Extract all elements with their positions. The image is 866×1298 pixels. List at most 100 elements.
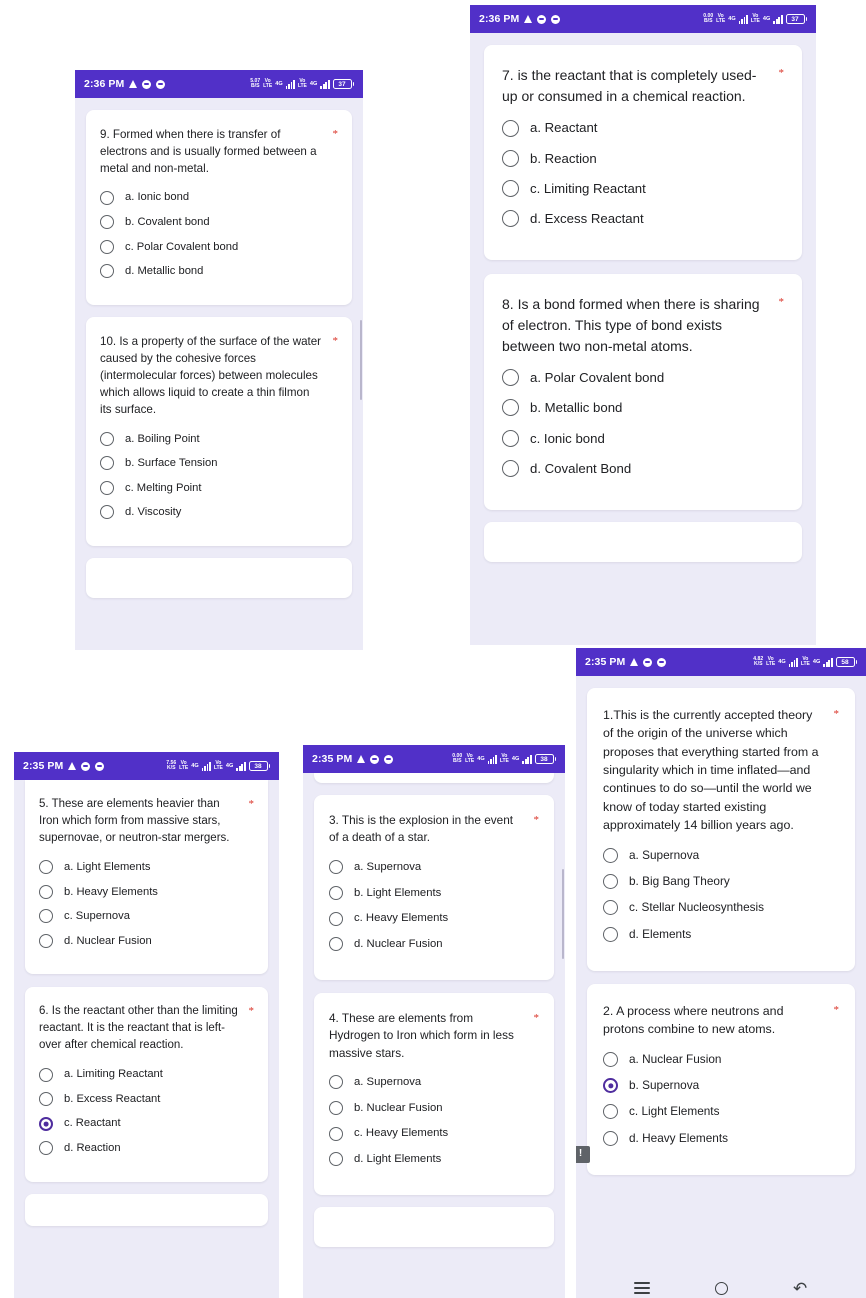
option-row[interactable]: c. Reactant — [39, 1116, 254, 1131]
option-row[interactable]: a. Light Elements — [39, 860, 254, 875]
option-label: c. Light Elements — [629, 1104, 720, 1119]
form-scroll-area[interactable]: 1.This is the currently accepted theory … — [576, 688, 866, 1266]
radio-button[interactable] — [100, 456, 114, 471]
option-row[interactable]: b. Metallic bond — [502, 399, 784, 417]
option-row[interactable]: b. Light Elements — [329, 885, 539, 901]
radio-button[interactable] — [502, 209, 519, 227]
option-label: a. Boiling Point — [125, 432, 200, 445]
option-row[interactable]: c. Polar Covalent bond — [100, 239, 338, 255]
option-row[interactable]: b. Surface Tension — [100, 456, 338, 471]
back-arrow-icon[interactable]: ↷ — [793, 1279, 807, 1298]
option-row[interactable]: d. Excess Reactant — [502, 209, 784, 227]
radio-button[interactable] — [502, 369, 519, 387]
option-row[interactable]: b. Heavy Elements — [39, 884, 254, 900]
radio-button[interactable] — [100, 239, 114, 254]
radio-button[interactable] — [39, 1067, 53, 1082]
option-row[interactable]: d. Viscosity — [100, 505, 338, 520]
radio-button[interactable] — [329, 860, 343, 875]
form-scroll-area[interactable]: 7. is the reactant that is completely us… — [470, 45, 816, 645]
option-row[interactable]: b. Covalent bond — [100, 215, 338, 230]
radio-button[interactable] — [100, 505, 114, 520]
radio-button[interactable] — [603, 1051, 618, 1067]
form-scroll-area[interactable]: 3. This is the explosion in the event of… — [303, 773, 565, 1298]
radio-button[interactable] — [502, 179, 519, 197]
option-row[interactable]: a. Polar Covalent bond — [502, 369, 784, 387]
radio-button[interactable] — [329, 885, 343, 900]
option-row[interactable]: a. Boiling Point — [100, 431, 338, 447]
radio-button[interactable] — [603, 1104, 618, 1120]
radio-button[interactable] — [39, 1092, 53, 1107]
radio-button[interactable] — [100, 190, 114, 205]
option-row[interactable]: c. Stellar Nucleosynthesis — [603, 900, 839, 916]
option-row[interactable]: c. Heavy Elements — [329, 1126, 539, 1141]
status-bar-right: 4.82 K/S Vo LTE 4G Vo LTE 4G 58 — [753, 656, 857, 668]
radio-button[interactable] — [100, 480, 114, 495]
radio-button[interactable] — [603, 847, 618, 863]
option-row[interactable]: c. Ionic bond — [502, 429, 784, 447]
radio-button[interactable] — [329, 1075, 343, 1090]
radio-button[interactable] — [329, 937, 343, 952]
form-scroll-area[interactable]: 5. These are elements heavier than Iron … — [14, 780, 279, 1298]
text-selection-handle-icon[interactable]: ! — [576, 1145, 590, 1163]
battery-icon: 37 — [785, 14, 807, 24]
option-row[interactable]: a. Limiting Reactant — [39, 1067, 254, 1082]
radio-button[interactable] — [39, 934, 53, 949]
radio-button[interactable] — [329, 1126, 343, 1141]
data-speed-unit: B/S — [703, 18, 713, 24]
radio-button[interactable] — [603, 874, 618, 889]
scrollbar-thumb[interactable] — [359, 320, 362, 400]
recents-icon[interactable] — [634, 1282, 651, 1294]
radio-button[interactable] — [603, 1130, 618, 1146]
option-row[interactable]: b. Supernova — [603, 1078, 839, 1094]
radio-button[interactable] — [603, 926, 618, 942]
option-row[interactable]: d. Reaction — [39, 1141, 254, 1156]
option-row[interactable]: c. Supernova — [39, 909, 254, 924]
option-label: c. Ionic bond — [530, 430, 605, 446]
option-row[interactable]: c. Light Elements — [603, 1104, 839, 1120]
option-row[interactable]: d. Metallic bond — [100, 264, 338, 279]
option-row[interactable]: b. Excess Reactant — [39, 1092, 254, 1107]
option-row[interactable]: a. Reactant — [502, 119, 784, 137]
option-row[interactable]: d. Nuclear Fusion — [39, 934, 254, 949]
option-row[interactable]: b. Big Bang Theory — [603, 874, 839, 889]
radio-button[interactable] — [329, 911, 343, 926]
option-row[interactable]: a. Supernova — [603, 848, 839, 863]
radio-button[interactable] — [39, 909, 53, 924]
radio-button[interactable] — [502, 459, 519, 477]
radio-button[interactable] — [39, 860, 53, 875]
option-row[interactable]: b. Nuclear Fusion — [329, 1100, 539, 1116]
scrollbar-thumb[interactable] — [561, 869, 564, 959]
radio-button[interactable] — [39, 1141, 53, 1156]
radio-button-selected[interactable] — [39, 1116, 53, 1131]
option-row[interactable]: a. Ionic bond — [100, 190, 338, 205]
radio-button[interactable] — [502, 149, 519, 167]
option-row[interactable]: c. Limiting Reactant — [502, 179, 784, 197]
home-circle-icon[interactable] — [715, 1281, 729, 1295]
radio-button[interactable] — [100, 215, 114, 230]
option-row[interactable]: a. Supernova — [329, 860, 539, 875]
option-row[interactable]: b. Reaction — [502, 149, 784, 167]
radio-button[interactable] — [100, 264, 114, 279]
question-card: 4. These are elements from Hydrogen to I… — [314, 992, 554, 1195]
radio-button[interactable] — [502, 399, 519, 417]
option-row[interactable]: d. Light Elements — [329, 1152, 539, 1167]
option-row[interactable]: c. Melting Point — [100, 480, 338, 496]
data-speed-indicator: 7.56 K/S — [166, 760, 176, 771]
radio-button[interactable] — [502, 119, 519, 137]
radio-button[interactable] — [603, 900, 618, 916]
radio-button[interactable] — [502, 429, 519, 447]
option-row[interactable]: a. Nuclear Fusion — [603, 1052, 839, 1067]
option-row[interactable]: c. Heavy Elements — [329, 911, 539, 926]
option-row[interactable]: d. Heavy Elements — [603, 1131, 839, 1146]
radio-button[interactable] — [39, 884, 53, 899]
radio-button[interactable] — [329, 1152, 343, 1167]
form-scroll-area[interactable]: 9. Formed when there is transfer of elec… — [75, 110, 363, 650]
option-label: d. Nuclear Fusion — [64, 934, 152, 947]
radio-button-selected[interactable] — [603, 1078, 618, 1094]
radio-button[interactable] — [329, 1100, 343, 1115]
option-row[interactable]: d. Nuclear Fusion — [329, 937, 539, 952]
option-row[interactable]: d. Elements — [603, 927, 839, 942]
option-row[interactable]: a. Supernova — [329, 1075, 539, 1090]
radio-button[interactable] — [100, 431, 114, 446]
option-row[interactable]: d. Covalent Bond — [502, 459, 784, 477]
